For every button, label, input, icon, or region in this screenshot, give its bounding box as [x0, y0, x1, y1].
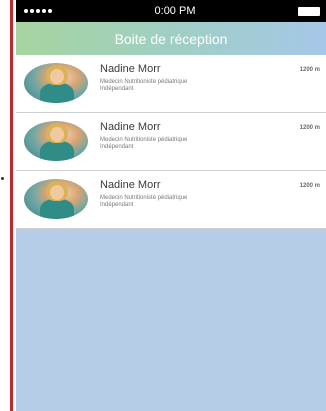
avatar [24, 63, 88, 103]
contact-name: Nadine Morr [100, 63, 161, 75]
margin-dot [1, 177, 4, 180]
contact-status: Indépendant [100, 202, 134, 208]
contact-status: Indépendant [100, 86, 134, 92]
contact-specialty: Medecin Nutritioniste pédiatrique [100, 195, 188, 201]
list-item[interactable]: Nadine Morr Medecin Nutritioniste pédiat… [16, 113, 326, 171]
avatar [24, 121, 88, 161]
message-list: Nadine Morr Medecin Nutritioniste pédiat… [16, 55, 326, 229]
contact-specialty: Medecin Nutritioniste pédiatrique [100, 137, 188, 143]
contact-distance: 1200 m [299, 67, 320, 73]
phone-screen: 0:00 PM Boite de réception Nadine Morr M… [16, 0, 326, 411]
page-title: Boite de réception [114, 30, 228, 47]
margin-red-line [10, 0, 13, 411]
contact-name: Nadine Morr [100, 179, 161, 191]
inbox-header: Boite de réception [16, 22, 326, 55]
signal-strength-icon [24, 9, 52, 13]
status-bar: 0:00 PM [16, 0, 326, 22]
contact-distance: 1200 m [299, 125, 320, 131]
list-item[interactable]: Nadine Morr Medecin Nutritioniste pédiat… [16, 55, 326, 113]
list-item[interactable]: Nadine Morr Medecin Nutritioniste pédiat… [16, 171, 326, 229]
battery-icon [298, 6, 320, 16]
avatar [24, 179, 88, 219]
status-time: 0:00 PM [154, 5, 196, 17]
contact-distance: 1200 m [299, 183, 320, 189]
contact-name: Nadine Morr [100, 121, 161, 133]
left-margin [0, 0, 16, 411]
contact-status: Indépendant [100, 144, 134, 150]
contact-specialty: Medecin Nutritioniste pédiatrique [100, 79, 188, 85]
